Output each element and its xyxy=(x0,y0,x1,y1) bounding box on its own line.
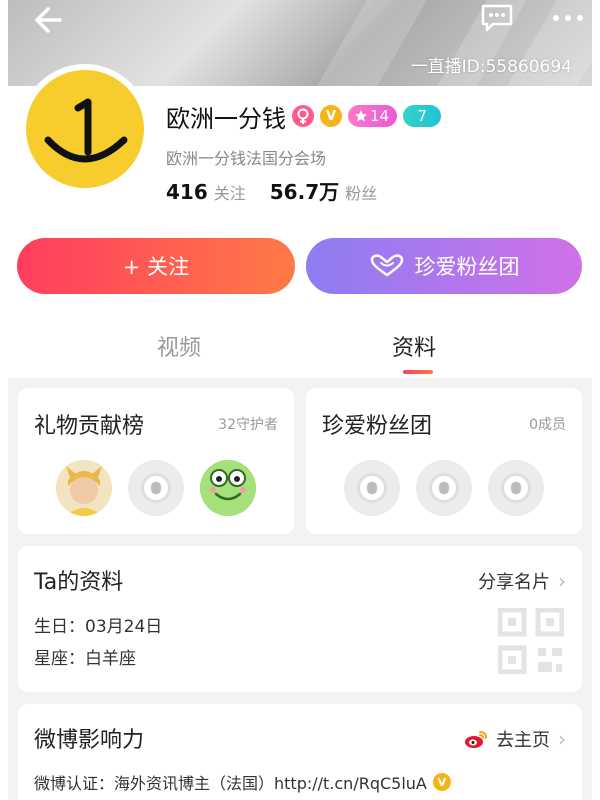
share-card-label: 分享名片 xyxy=(478,572,550,593)
level-badge: 14 xyxy=(348,105,398,127)
ta-profile-card: Ta的资料 分享名片 › 生日：03月24日 星座：白羊座 xyxy=(18,546,582,692)
tab-video[interactable]: 视频 xyxy=(157,330,201,362)
bio: 欧洲一分钱法国分会场 xyxy=(166,149,327,168)
fanclub-label: 珍爱粉丝团 xyxy=(414,255,520,279)
share-card-button[interactable]: 分享名片 › xyxy=(478,568,566,594)
ta-profile-title: Ta的资料 xyxy=(34,570,124,595)
follow-label: + 关注 xyxy=(122,255,190,279)
more-button[interactable] xyxy=(548,4,588,32)
fanclub-count: 0成员 xyxy=(529,417,566,433)
fan-level-badge: 7 xyxy=(403,105,442,127)
star-icon xyxy=(355,110,367,122)
fanclub-title: 珍爱粉丝团 xyxy=(322,414,433,439)
message-button[interactable] xyxy=(479,2,515,34)
fans-count[interactable]: 56.7万 xyxy=(270,176,339,205)
arrow-left-icon xyxy=(35,7,62,33)
placeholder-avatar-icon xyxy=(128,460,184,516)
chevron-right-icon: › xyxy=(558,727,566,751)
smiley-avatar-icon xyxy=(26,70,144,188)
weibo-card: 微博影响力 去主页 › 微博认证：海外资讯博主（法国）http://t.cn/R… xyxy=(18,704,582,800)
fanclub-card[interactable]: 珍爱粉丝团 0成员 xyxy=(306,388,582,534)
birthday: 生日：03月24日 xyxy=(34,617,163,637)
verified-v-icon: V xyxy=(320,105,342,127)
level-value: 14 xyxy=(370,107,390,125)
contributor-avatar[interactable] xyxy=(56,460,112,516)
female-icon xyxy=(292,105,314,127)
name-row: 欧洲一分钱 V 14 7 xyxy=(166,100,442,133)
fans-label[interactable]: 粉丝 xyxy=(345,180,377,204)
chevron-right-icon: › xyxy=(558,569,566,593)
heart-icon xyxy=(370,254,403,277)
weibo-home-button[interactable]: 去主页 › xyxy=(464,726,566,752)
profile-page: 一直播ID:55860694 欧洲一分钱 V 14 7 欧洲一分钱法国分会场 4… xyxy=(0,0,600,800)
verified-v-icon: V xyxy=(432,773,451,791)
gift-board-title: 礼物贡献榜 xyxy=(34,414,145,439)
placeholder-avatar-icon xyxy=(416,460,472,516)
username: 欧洲一分钱 xyxy=(166,104,286,133)
live-id: 一直播ID:55860694 xyxy=(410,57,572,77)
weibo-home-label: 去主页 xyxy=(496,730,550,751)
chat-icon xyxy=(481,4,513,32)
active-tab-indicator xyxy=(403,370,433,374)
weibo-verify-text[interactable]: 微博认证：海外资讯博主（法国）http://t.cn/RqC5luA xyxy=(34,770,427,794)
stats: 416 关注 56.7万 粉丝 xyxy=(166,176,395,205)
more-dots-icon xyxy=(553,15,583,21)
frog-avatar-icon[interactable] xyxy=(200,460,256,516)
gift-board-card[interactable]: 礼物贡献榜 32守护者 xyxy=(18,388,294,534)
constellation: 星座：白羊座 xyxy=(34,649,136,669)
weibo-title: 微博影响力 xyxy=(34,728,145,753)
avatar[interactable] xyxy=(20,64,150,194)
following-count[interactable]: 416 xyxy=(166,180,208,204)
qr-code-icon[interactable] xyxy=(498,608,564,674)
following-label[interactable]: 关注 xyxy=(214,180,246,204)
back-button[interactable] xyxy=(30,2,70,38)
weibo-verify-line: 微博认证：海外资讯博主（法国）http://t.cn/RqC5luA V xyxy=(34,770,451,794)
tab-bar: 视频 资料 xyxy=(0,320,600,376)
fanclub-button[interactable]: 珍爱粉丝团 xyxy=(306,238,582,294)
gift-board-count: 32守护者 xyxy=(218,417,278,433)
placeholder-avatar-icon xyxy=(344,460,400,516)
placeholder-avatar-icon xyxy=(488,460,544,516)
follow-button[interactable]: + 关注 xyxy=(17,238,295,294)
weibo-logo-icon xyxy=(465,731,487,748)
tab-profile[interactable]: 资料 xyxy=(392,330,436,362)
